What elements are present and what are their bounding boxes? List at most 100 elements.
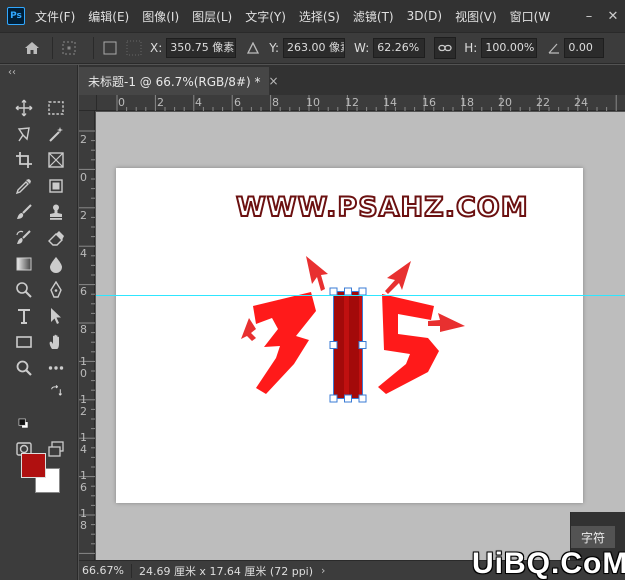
horizontal-ruler[interactable]: 0 2 4 6 8 10 12 14 16 18 20 22 24 bbox=[97, 95, 625, 111]
blur-tool-icon[interactable] bbox=[44, 252, 68, 276]
watermark: UiBQ.CoM bbox=[472, 547, 625, 580]
ruler-label: 4 bbox=[195, 96, 202, 109]
type-tool-icon[interactable] bbox=[12, 304, 36, 328]
lasso-tool-icon[interactable] bbox=[12, 122, 36, 146]
default-colors-icon[interactable] bbox=[16, 416, 30, 430]
ruler-label: 24 bbox=[574, 96, 588, 109]
x-position-field[interactable]: 350.75 像素 bbox=[166, 38, 237, 58]
gradient-tool-icon[interactable] bbox=[12, 252, 36, 276]
home-icon[interactable] bbox=[20, 36, 44, 60]
path-selection-tool-icon[interactable] bbox=[44, 304, 68, 328]
menu-window[interactable]: 窗口(W bbox=[510, 8, 551, 25]
ruler-label: 6 bbox=[234, 96, 241, 109]
ruler-label: 14 bbox=[383, 96, 397, 109]
collapse-panel-icon[interactable]: ‹‹ bbox=[8, 67, 16, 78]
height-field[interactable]: 100.00% bbox=[481, 38, 538, 58]
ruler-label: 0 bbox=[118, 96, 125, 109]
ruler-label: 12 bbox=[345, 96, 359, 109]
separator bbox=[130, 563, 132, 578]
ruler-label: 1 2 bbox=[80, 393, 87, 418]
x-label: X: bbox=[150, 41, 163, 55]
menu-filter[interactable]: 滤镜(T) bbox=[353, 8, 394, 25]
delta-icon[interactable] bbox=[245, 40, 261, 56]
history-brush-tool-icon[interactable] bbox=[12, 226, 36, 250]
angle-field[interactable]: 0.00 bbox=[564, 38, 605, 58]
menu-edit[interactable]: 编辑(E) bbox=[88, 8, 129, 25]
document-canvas[interactable]: WWW.PSAHZ.COM bbox=[116, 168, 583, 503]
reference-point-icon[interactable] bbox=[61, 40, 77, 56]
menu-bar: Ps 文件(F) 编辑(E) 图像(I) 图层(L) 文字(Y) 选择(S) 滤… bbox=[0, 0, 625, 32]
pen-tool-icon[interactable] bbox=[44, 278, 68, 302]
ruler-label: 1 0 bbox=[80, 355, 87, 380]
stamp-tool-icon[interactable] bbox=[44, 200, 68, 224]
crop-tool-icon[interactable] bbox=[12, 148, 36, 172]
menu-view[interactable]: 视图(V) bbox=[455, 8, 497, 25]
magic-wand-tool-icon[interactable] bbox=[44, 122, 68, 146]
frame-tool-icon[interactable] bbox=[44, 148, 68, 172]
brush-tool-icon[interactable] bbox=[12, 200, 36, 224]
canvas-area[interactable]: WWW.PSAHZ.COM bbox=[96, 112, 625, 560]
ruler-corner[interactable] bbox=[79, 95, 97, 111]
rectangle-tool-icon[interactable] bbox=[12, 330, 36, 354]
menu-select[interactable]: 选择(S) bbox=[299, 8, 340, 25]
status-menu-arrow[interactable]: › bbox=[321, 564, 325, 577]
screen-mode-icon[interactable] bbox=[44, 437, 68, 461]
document-tab-title: 未标题-1 @ 66.7%(RGB/8#) * bbox=[88, 74, 261, 89]
horizontal-guide[interactable] bbox=[96, 295, 625, 296]
eyedropper-tool-icon[interactable] bbox=[12, 174, 36, 198]
ruler-label: 2 bbox=[157, 96, 164, 109]
ruler-label: 18 bbox=[460, 96, 474, 109]
arrow-left bbox=[241, 318, 256, 341]
close-window-button[interactable]: ✕ bbox=[601, 0, 625, 32]
reference-checkbox[interactable] bbox=[102, 40, 118, 56]
ruler-label: 4 bbox=[80, 247, 87, 260]
ruler-label: 2 bbox=[80, 133, 87, 146]
ruler-label: 6 bbox=[80, 285, 87, 298]
width-field[interactable]: 62.26% bbox=[373, 38, 426, 58]
arrow-top-left bbox=[306, 256, 328, 291]
character-panel-tab[interactable]: 字符 bbox=[571, 526, 615, 548]
arrow-top-right bbox=[385, 261, 411, 294]
ruler-label: 8 bbox=[272, 96, 279, 109]
ruler-label: 1 6 bbox=[80, 469, 87, 494]
vertical-ruler[interactable]: 2 0 2 4 6 8 1 0 1 2 1 4 1 6 1 8 bbox=[79, 111, 95, 560]
tab-close-icon[interactable]: × bbox=[269, 74, 279, 88]
ruler-label: 2 bbox=[80, 209, 87, 222]
document-tab-bar: 未标题-1 @ 66.7%(RGB/8#) * × bbox=[79, 65, 625, 95]
separator bbox=[93, 37, 94, 59]
hand-tool-icon[interactable] bbox=[44, 330, 68, 354]
options-bar: X: 350.75 像素 Y: 263.00 像素 W: 62.26% H: 1… bbox=[0, 32, 625, 64]
menu-image[interactable]: 图像(I) bbox=[142, 8, 179, 25]
menu-3d[interactable]: 3D(D) bbox=[407, 9, 442, 23]
h-label: H: bbox=[464, 41, 478, 55]
frame-select-tool-icon[interactable] bbox=[44, 174, 68, 198]
zoom-tool-icon[interactable] bbox=[12, 356, 36, 380]
zoom-level[interactable]: 66.67% bbox=[82, 564, 124, 577]
bar-right bbox=[349, 292, 359, 398]
big-three bbox=[253, 292, 316, 394]
dodge-tool-icon[interactable] bbox=[12, 278, 36, 302]
tools-panel: ‹‹ bbox=[0, 65, 78, 580]
w-label: W: bbox=[354, 41, 370, 55]
document-tab[interactable]: 未标题-1 @ 66.7%(RGB/8#) * × bbox=[79, 67, 279, 95]
link-icon[interactable] bbox=[434, 37, 457, 59]
move-tool-icon[interactable] bbox=[12, 96, 36, 120]
swap-colors-icon[interactable] bbox=[48, 383, 64, 399]
menu-type[interactable]: 文字(Y) bbox=[245, 8, 286, 25]
y-label: Y: bbox=[269, 41, 280, 55]
more-tools-icon[interactable] bbox=[44, 356, 68, 380]
menu-file[interactable]: 文件(F) bbox=[35, 8, 75, 25]
y-position-field[interactable]: 263.00 像素 bbox=[283, 38, 346, 58]
foreground-color-swatch[interactable] bbox=[21, 453, 46, 478]
ruler-label: 1 8 bbox=[80, 507, 87, 532]
separator bbox=[52, 37, 53, 59]
minimize-button[interactable]: – bbox=[577, 0, 601, 32]
menu-layer[interactable]: 图层(L) bbox=[192, 8, 232, 25]
ruler-label: 8 bbox=[80, 323, 87, 336]
artwork bbox=[241, 256, 465, 403]
eraser-tool-icon[interactable] bbox=[44, 226, 68, 250]
marquee-tool-icon[interactable] bbox=[44, 96, 68, 120]
ruler-label: 1 4 bbox=[80, 431, 87, 456]
ruler-label: 10 bbox=[306, 96, 320, 109]
reference-grid-icon bbox=[126, 40, 142, 56]
